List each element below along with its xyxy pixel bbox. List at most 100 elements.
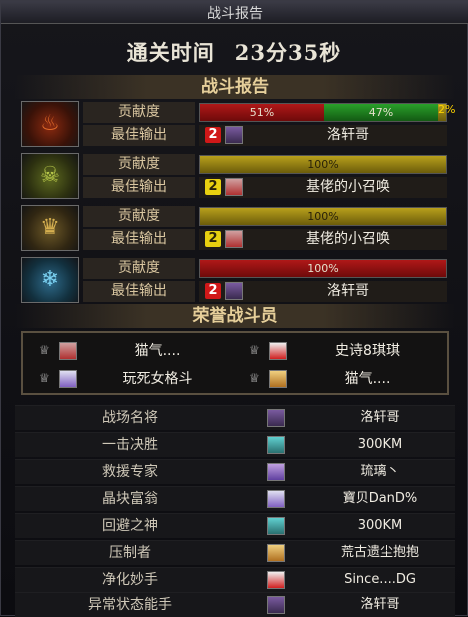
- title-award-name: 一击决胜: [102, 437, 158, 453]
- report-row-3: ♛ 贡献度 最佳输出 100% 2 基佬的小召唤: [21, 205, 449, 251]
- honor-heading: 荣誉战斗员: [15, 304, 455, 328]
- report-row-2: ☠ 贡献度 最佳输出 100% 2 基佬的小召唤: [21, 153, 449, 199]
- medal-icon: ♕: [39, 371, 50, 385]
- best-output-field: 2 洛轩哥: [199, 281, 447, 302]
- player-avatar: [225, 230, 243, 248]
- player-avatar: [269, 370, 287, 388]
- skull-icon: ☠: [40, 163, 60, 188]
- medal-icon: ♕: [39, 343, 50, 357]
- contribution-label: 贡献度: [83, 154, 195, 175]
- title-award-row: 压制者 荒古遗尘抱抱: [15, 540, 455, 565]
- honor-member-name: 史诗8琪琪: [335, 343, 400, 359]
- player-avatar: [225, 178, 243, 196]
- contribution-label: 贡献度: [83, 206, 195, 227]
- medal-icon: ♕: [249, 343, 260, 357]
- contribution-label: 贡献度: [83, 102, 195, 123]
- title-award-name: 净化妙手: [102, 572, 158, 588]
- best-output-field: 2 基佬的小召唤: [199, 177, 447, 198]
- contribution-segment: 100%: [200, 156, 446, 173]
- best-output-name: 基佬的小召唤: [306, 231, 390, 247]
- player-avatar: [267, 436, 285, 454]
- best-output-field: 2 基佬的小召唤: [199, 229, 447, 250]
- rank-badge: 2: [205, 283, 221, 299]
- player-avatar: [267, 596, 285, 614]
- title-award-row: 净化妙手 Since....DG: [15, 567, 455, 592]
- best-output-name: 基佬的小召唤: [306, 179, 390, 195]
- title-award-player: 琉璃丶: [360, 464, 400, 479]
- player-avatar: [225, 126, 243, 144]
- honor-member[interactable]: ♕ 猫气....: [237, 367, 442, 391]
- contribution-segment: 100%: [200, 260, 446, 277]
- best-output-name: 洛轩哥: [327, 127, 369, 143]
- title-award-row: 一击决胜 300KM: [15, 432, 455, 457]
- player-avatar: [267, 544, 285, 562]
- contribution-segment: 47%: [324, 104, 438, 121]
- contribution-label: 贡献度: [83, 258, 195, 279]
- title-award-row: 回避之神 300KM: [15, 513, 455, 538]
- title-award-name: 救援专家: [102, 464, 158, 480]
- title-award-player: 300KM: [357, 437, 403, 452]
- title-award-player: 寶贝DanD%: [342, 491, 418, 506]
- crown-icon: ♛: [40, 215, 60, 240]
- report-row-1: ♨ 贡献度 最佳输出 51% 47% 2 洛轩哥: [21, 101, 449, 147]
- clear-time-label: 通关时间: [126, 40, 215, 65]
- battle-report-window: 战斗报告 通关时间 23分35秒 战斗报告 ♨ 贡献度 最佳输出 51% 47% …: [0, 0, 468, 617]
- poison-dungeon-icon: ☠: [21, 153, 79, 199]
- contribution-bar: 100%: [199, 207, 447, 226]
- contribution-segment: 51%: [200, 104, 324, 121]
- player-avatar: [269, 342, 287, 360]
- title-award-row: 晶块富翁 寶贝DanD%: [15, 486, 455, 511]
- snowflake-icon: ❄: [40, 267, 60, 292]
- contribution-bar: 51% 47%: [199, 103, 447, 122]
- honor-member[interactable]: ♕ 史诗8琪琪: [237, 339, 442, 363]
- rank-badge: 2: [205, 179, 221, 195]
- rank-badge: 2: [205, 127, 221, 143]
- best-output-label: 最佳输出: [83, 281, 195, 302]
- player-avatar: [267, 409, 285, 427]
- best-output-label: 最佳输出: [83, 125, 195, 146]
- clear-time: 通关时间 23分35秒: [1, 37, 467, 67]
- ice-dungeon-icon: ❄: [21, 257, 79, 303]
- title-award-player: 300KM: [357, 518, 403, 533]
- contribution-bar: 100%: [199, 155, 447, 174]
- best-output-label: 最佳输出: [83, 229, 195, 250]
- contribution-segment: 100%: [200, 208, 446, 225]
- player-avatar: [267, 463, 285, 481]
- medal-icon: ♕: [249, 371, 260, 385]
- title-award-row: 异常状态能手 洛轩哥: [15, 592, 455, 617]
- title-award-player: 洛轩哥: [360, 597, 400, 612]
- best-output-label: 最佳输出: [83, 177, 195, 198]
- title-award-player: 洛轩哥: [360, 410, 400, 425]
- fire-dungeon-icon: ♨: [21, 101, 79, 147]
- title-award-player: 荒古遗尘抱抱: [340, 545, 419, 560]
- honor-member-name: 玩死女格斗: [122, 371, 193, 387]
- player-avatar: [267, 571, 285, 589]
- title-award-name: 压制者: [109, 545, 151, 561]
- clear-time-value: 23分35秒: [234, 40, 342, 65]
- gold-dungeon-icon: ♛: [21, 205, 79, 251]
- honor-member[interactable]: ♕ 猫气....: [27, 339, 232, 363]
- title-bar[interactable]: 战斗报告: [1, 1, 468, 24]
- title-award-name: 异常状态能手: [88, 597, 172, 613]
- title-award-row: 救援专家 琉璃丶: [15, 459, 455, 484]
- title-award-name: 战场名将: [102, 410, 158, 426]
- title-award-row: 战场名将 洛轩哥: [15, 405, 455, 430]
- player-avatar: [59, 370, 77, 388]
- battle-report-heading: 战斗报告: [15, 75, 455, 99]
- report-row-4: ❄ 贡献度 最佳输出 100% 2 洛轩哥: [21, 257, 449, 303]
- title-award-name: 回避之神: [102, 518, 158, 534]
- player-avatar: [267, 517, 285, 535]
- player-avatar: [267, 490, 285, 508]
- honor-member-name: 猫气....: [134, 343, 181, 359]
- honor-members-box: ♕ 猫气.... ♕ 史诗8琪琪 ♕ 玩死女格斗 ♕ 猫气....: [21, 331, 449, 395]
- small-percent-label: 2%: [438, 103, 456, 116]
- best-output-field: 2 洛轩哥: [199, 125, 447, 146]
- title-award-name: 晶块富翁: [102, 491, 158, 507]
- honor-member-name: 猫气....: [344, 371, 391, 387]
- honor-member[interactable]: ♕ 玩死女格斗: [27, 367, 232, 391]
- player-avatar: [225, 282, 243, 300]
- player-avatar: [59, 342, 77, 360]
- flame-icon: ♨: [40, 111, 60, 136]
- window-title: 战斗报告: [207, 6, 263, 22]
- contribution-bar: 100%: [199, 259, 447, 278]
